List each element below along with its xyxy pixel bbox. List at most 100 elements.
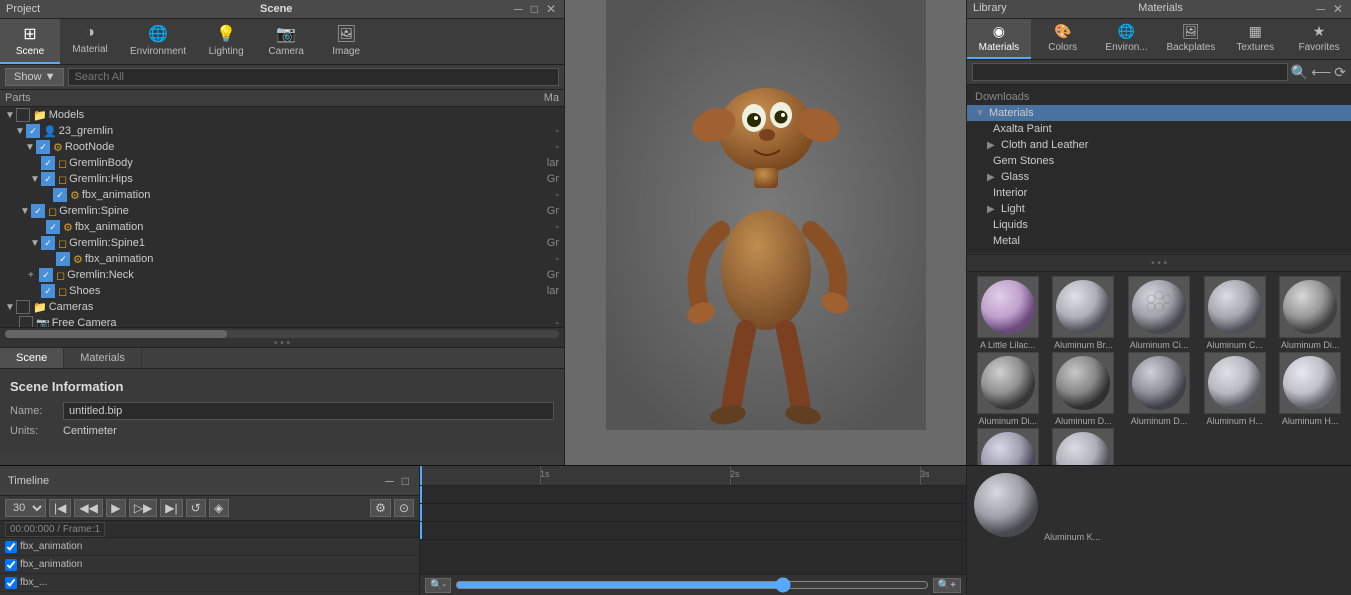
check-fbx1[interactable]: ✓ [53,188,67,202]
tree-light[interactable]: ▶ Light [967,201,1351,217]
tree-item-gremlinneck[interactable]: + ✓ ◻ Gremlin:Neck Gr [0,267,564,283]
tree-item-gremlinhips[interactable]: ▼ ✓ ◻ Gremlin:Hips Gr [0,171,564,187]
tab-scene[interactable]: ⊞ Scene [0,19,60,64]
timeline-ruler[interactable]: 1s 2s 3s [420,466,966,486]
tree-item-models[interactable]: ▼ 📁 Models [0,107,564,123]
timeline-minimize-button[interactable]: ─ [383,474,396,488]
tree-item-fbx-anim-3[interactable]: ✓ ⚙ fbx_animation - [0,251,564,267]
loop-button[interactable]: ↺ [186,499,206,517]
mat-item-h[interactable]: H... [971,428,1045,465]
tree-item-fbx-anim-2[interactable]: ✓ ⚙ fbx_animation - [0,219,564,235]
tree-item-gremlinbody[interactable]: ✓ ◻ GremlinBody lar [0,155,564,171]
mat-item-al-h1[interactable]: Aluminum H... [1198,352,1272,426]
library-tree[interactable]: Downloads ▼ Materials Axalta Paint ▶ Clo… [967,85,1351,254]
mat-item-al-h2[interactable]: Aluminum H... [1273,352,1347,426]
maximize-button[interactable]: □ [529,2,540,16]
check-gremlinbody[interactable]: ✓ [41,156,55,170]
check-models[interactable] [16,108,30,122]
check-free-cam[interactable] [19,316,33,327]
check-23-gremlin[interactable]: ✓ [26,124,40,138]
tab-material[interactable]: ◑ Material [60,19,120,64]
skip-end-button[interactable]: ▶| [160,499,182,517]
lib-search-input[interactable] [972,63,1288,81]
check-spine1[interactable]: ✓ [41,236,55,250]
mat-item-al-br[interactable]: Aluminum Br... [1047,276,1121,350]
keyframe-button[interactable]: ◈ [209,499,229,517]
bottom-tab-materials[interactable]: Materials [64,348,142,368]
tree-interior[interactable]: Interior [967,185,1351,201]
tree-glass[interactable]: ▶ Glass [967,169,1351,185]
fps-select[interactable]: 30 [5,499,46,517]
tree-item-fbx-anim-1[interactable]: ✓ ⚙ fbx_animation - [0,187,564,203]
check-cameras[interactable] [16,300,30,314]
check-fbx2[interactable]: ✓ [46,220,60,234]
lib-minimize-button[interactable]: ─ [1314,2,1327,16]
tab-environment[interactable]: 🌐 Environment [120,19,196,64]
settings-button[interactable]: ⚙ [370,499,391,517]
check-shoes[interactable]: ✓ [41,284,55,298]
tree-item-gremlinspine[interactable]: ▼ ✓ ◻ Gremlin:Spine Gr [0,203,564,219]
horizontal-scrollbar[interactable] [0,327,564,339]
tree-item-gremlinspine1[interactable]: ▼ ✓ ◻ Gremlin:Spine1 Gr [0,235,564,251]
mat-item-al-c[interactable]: Aluminum C... [1198,276,1272,350]
mat-item-al-d1[interactable]: Aluminum D... [1047,352,1121,426]
timeline-maximize-button[interactable]: □ [400,474,411,488]
mat-item-al-di1[interactable]: Aluminum Di... [1273,276,1347,350]
prev-frame-button[interactable]: ◀◀ [74,499,102,517]
lib-tab-materials[interactable]: ◉ Materials [967,19,1031,59]
lib-close-button[interactable]: ✕ [1331,2,1345,16]
back-icon-button[interactable]: ⟵ [1311,64,1331,81]
tab-image[interactable]: 🖼 Image [316,19,376,64]
tab-lighting[interactable]: 💡 Lighting [196,19,256,64]
tree-item-shoes[interactable]: ✓ ◻ Shoes lar [0,283,564,299]
play-button[interactable]: ▶ [106,499,126,517]
check-gremlinhips[interactable]: ✓ [41,172,55,186]
tree-materials[interactable]: ▼ Materials [967,105,1351,121]
tree-item-23-gremlin[interactable]: ▼ ✓ 👤 23_gremlin - [0,123,564,139]
mat-item-al-d2[interactable]: Aluminum D... [1122,352,1196,426]
close-button[interactable]: ✕ [544,2,558,16]
lib-tab-textures[interactable]: ▦ Textures [1223,19,1287,59]
timeline-tracks-area[interactable] [420,486,966,574]
mat-item-al-k[interactable]: Aluminum K... [1047,428,1121,465]
tree-item-cameras[interactable]: ▼ 📁 Cameras [0,299,564,315]
name-input[interactable] [63,402,554,420]
check-rootnode[interactable]: ✓ [36,140,50,154]
minimize-button[interactable]: ─ [512,2,525,16]
search-icon-button[interactable]: 🔍 [1291,64,1308,81]
track-label-1[interactable]: fbx_animation [0,556,419,574]
lib-tab-backplates[interactable]: 🖼 Backplates [1158,19,1223,59]
search-input[interactable] [68,68,559,86]
tab-camera[interactable]: 📷 Camera [256,19,316,64]
forward-icon-button[interactable]: ⟳ [1334,64,1346,81]
play-selection-button[interactable]: ▷▶ [129,499,157,517]
tree-item-free-camera[interactable]: 📷 Free Camera - [0,315,564,327]
track-check-1[interactable] [5,559,17,571]
mat-item-lilac[interactable]: A Little Lilac... [971,276,1045,350]
tree-liquids[interactable]: Liquids [967,217,1351,233]
skip-start-button[interactable]: |◀ [49,499,71,517]
render-button[interactable]: ⊙ [394,499,414,517]
track-check-0[interactable] [5,541,17,553]
show-button[interactable]: Show ▼ [5,68,64,86]
zoom-out-button[interactable]: 🔍- [425,578,451,593]
viewport[interactable] [565,0,966,465]
tree-axalta-paint[interactable]: Axalta Paint [967,121,1351,137]
tree-cloth-leather[interactable]: ▶ Cloth and Leather [967,137,1351,153]
track-label-0[interactable]: fbx_animation [0,538,419,556]
lib-tab-environments[interactable]: 🌐 Environ... [1095,19,1159,59]
bottom-tab-scene[interactable]: Scene [0,348,64,368]
track-label-2[interactable]: fbx_... [0,574,419,592]
lib-tab-colors[interactable]: 🎨 Colors [1031,19,1095,59]
check-neck[interactable]: ✓ [39,268,53,282]
scene-tree[interactable]: ▼ 📁 Models ▼ ✓ 👤 23_gremlin - ▼ ✓ ⚙ Root… [0,107,564,327]
mat-item-al-ci[interactable]: Aluminum Ci... [1122,276,1196,350]
timeline-slider[interactable] [455,577,929,593]
tree-item-rootnode[interactable]: ▼ ✓ ⚙ RootNode - [0,139,564,155]
tree-metal[interactable]: Metal [967,233,1351,249]
zoom-in-button[interactable]: 🔍+ [933,578,961,593]
lib-tab-favorites[interactable]: ★ Favorites [1287,19,1351,59]
resize-handle[interactable]: • • • [0,339,564,347]
check-fbx3[interactable]: ✓ [56,252,70,266]
check-spine[interactable]: ✓ [31,204,45,218]
